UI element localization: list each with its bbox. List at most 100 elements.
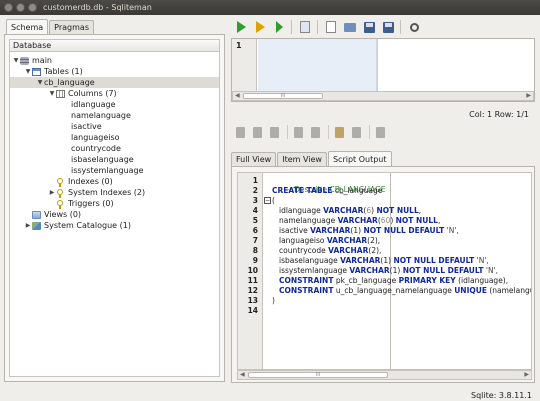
code-line: ( [272,196,275,205]
rollback-icon[interactable] [311,126,320,138]
window-title: customerdb.db - Sqliteman [43,3,152,12]
tree-item-triggers[interactable]: Triggers (0) [56,198,114,209]
toolbar-separator [317,20,318,34]
scroll-right-icon[interactable]: ▶ [526,92,531,99]
toolbar-separator [369,125,370,139]
export-icon[interactable] [352,126,361,138]
tree-item-system-catalogue[interactable]: ▶ System Catalogue (1) [24,220,131,231]
tab-item-view[interactable]: Item View [277,152,327,166]
line-number: 10 [247,266,258,275]
collapsed-arrow-icon[interactable]: ▶ [48,189,56,196]
line-number: 12 [247,286,258,295]
editor-horizontal-scrollbar[interactable]: ◀ III ▶ [237,370,532,380]
cursor-position: Col: 1 Row: 1/1 [469,110,529,119]
run-explain-button[interactable] [253,20,267,34]
tree-item-views[interactable]: Views (0) [32,209,81,220]
title-bar: customerdb.db - Sqliteman [0,0,540,15]
key-icon [56,199,65,209]
tree-item-columns[interactable]: ▼ Columns (7) [48,88,117,99]
code-line: languageiso VARCHAR(2), [279,236,381,245]
output-tab-bar: Full View Item View Script Output [231,151,393,166]
tab-full-view[interactable]: Full View [231,152,277,166]
open-script-button[interactable] [343,20,357,34]
expanded-arrow-icon[interactable]: ▼ [36,79,44,86]
tree-item-system-indexes[interactable]: ▶ System Indexes (2) [48,187,145,198]
line-number: 4 [252,206,258,215]
toolbar-separator [400,20,401,34]
line-number: 7 [252,236,258,245]
column-item[interactable]: namelanguage [71,110,131,121]
toolbar-separator [287,125,288,139]
run-script-button[interactable] [272,20,286,34]
grid-toolbar [236,124,393,140]
key-icon [56,188,65,198]
minimize-window-icon[interactable] [16,3,25,12]
tab-script-output[interactable]: Script Output [327,151,392,166]
tree-item-main[interactable]: ▼ main [12,55,52,66]
new-script-button[interactable] [324,20,338,34]
save-as-button[interactable] [381,20,395,34]
scroll-right-icon[interactable]: ▶ [524,371,529,378]
tree-item-indexes[interactable]: Indexes (0) [56,176,113,187]
column-item[interactable]: countrycode [71,143,121,154]
delete-row-icon[interactable] [270,126,279,138]
scroll-left-icon[interactable]: ◀ [235,92,240,99]
open-folder-icon [344,22,356,32]
grid-horizontal-scrollbar[interactable]: ◀ III ▶ [232,91,534,101]
column-item[interactable]: isactive [71,121,102,132]
row-number[interactable]: 1 [232,39,257,91]
column-item[interactable]: isbaselanguage [71,154,134,165]
explain-icon [255,21,265,33]
search-icon [409,22,419,32]
save-script-button[interactable] [362,20,376,34]
tree-header[interactable]: Database [9,39,220,52]
scroll-left-icon[interactable]: ◀ [240,371,245,378]
maximize-window-icon[interactable] [28,3,37,12]
commit-icon[interactable] [294,126,303,138]
column-item[interactable]: languageiso [71,132,120,143]
insert-row-icon[interactable] [236,126,245,138]
column-item[interactable]: idlanguage [71,99,116,110]
copy-row-icon[interactable] [253,126,262,138]
key-icon [56,177,65,187]
database-icon [20,56,29,65]
tab-pragmas[interactable]: Pragmas [49,20,94,34]
find-button[interactable] [407,20,421,34]
close-window-icon[interactable] [4,3,13,12]
script-output-panel: 1 2 3 4 5 6 7 8 9 10 11 12 13 14 − -- De… [231,166,535,383]
column-divider [377,39,378,91]
collapsed-arrow-icon[interactable]: ▶ [24,222,32,229]
grid-cell[interactable] [258,39,377,91]
code-line: CREATE TABLE cb_language [272,186,382,195]
fold-marker-icon[interactable]: − [264,197,271,204]
schema-tree[interactable]: ▼ main ▼ Tables (1) ▼ cb_language ▼ Colu… [9,52,220,377]
query-builder-button[interactable] [298,20,312,34]
query-builder-icon [300,21,310,33]
expanded-arrow-icon[interactable]: ▼ [48,90,56,97]
scroll-thumb[interactable]: III [248,372,388,378]
line-number: 2 [252,186,258,195]
save-icon [363,21,375,33]
table-icon [32,67,41,76]
run-sql-button[interactable] [234,20,248,34]
tree-item-tables[interactable]: ▼ Tables (1) [24,66,83,77]
copy-sql-icon[interactable] [376,126,385,138]
column-item[interactable]: issystemlanguage [71,165,144,176]
code-line: issystemlanguage VARCHAR(1) NOT NULL DEF… [279,266,499,275]
line-number: 8 [252,246,258,255]
tab-schema[interactable]: Schema [6,19,49,34]
image-preview-icon[interactable] [335,126,344,138]
result-grid[interactable]: 1 ◀ III ▶ [231,38,535,102]
tree-item-cb-language[interactable]: ▼ cb_language [10,77,219,88]
views-icon [32,210,41,219]
run-script-icon [275,21,283,33]
line-number-gutter: 1 2 3 4 5 6 7 8 9 10 11 12 13 14 [238,173,263,369]
expanded-arrow-icon[interactable]: ▼ [24,68,32,75]
code-line: namelanguage VARCHAR(60) NOT NULL, [279,216,441,225]
sql-editor[interactable]: 1 2 3 4 5 6 7 8 9 10 11 12 13 14 − -- De… [237,172,532,370]
code-line: ) [272,296,275,305]
code-line: isbaselanguage VARCHAR(1) NOT NULL DEFAU… [279,256,489,265]
expanded-arrow-icon[interactable]: ▼ [12,57,20,64]
scroll-thumb[interactable]: III [243,93,323,99]
line-number: 5 [252,216,258,225]
